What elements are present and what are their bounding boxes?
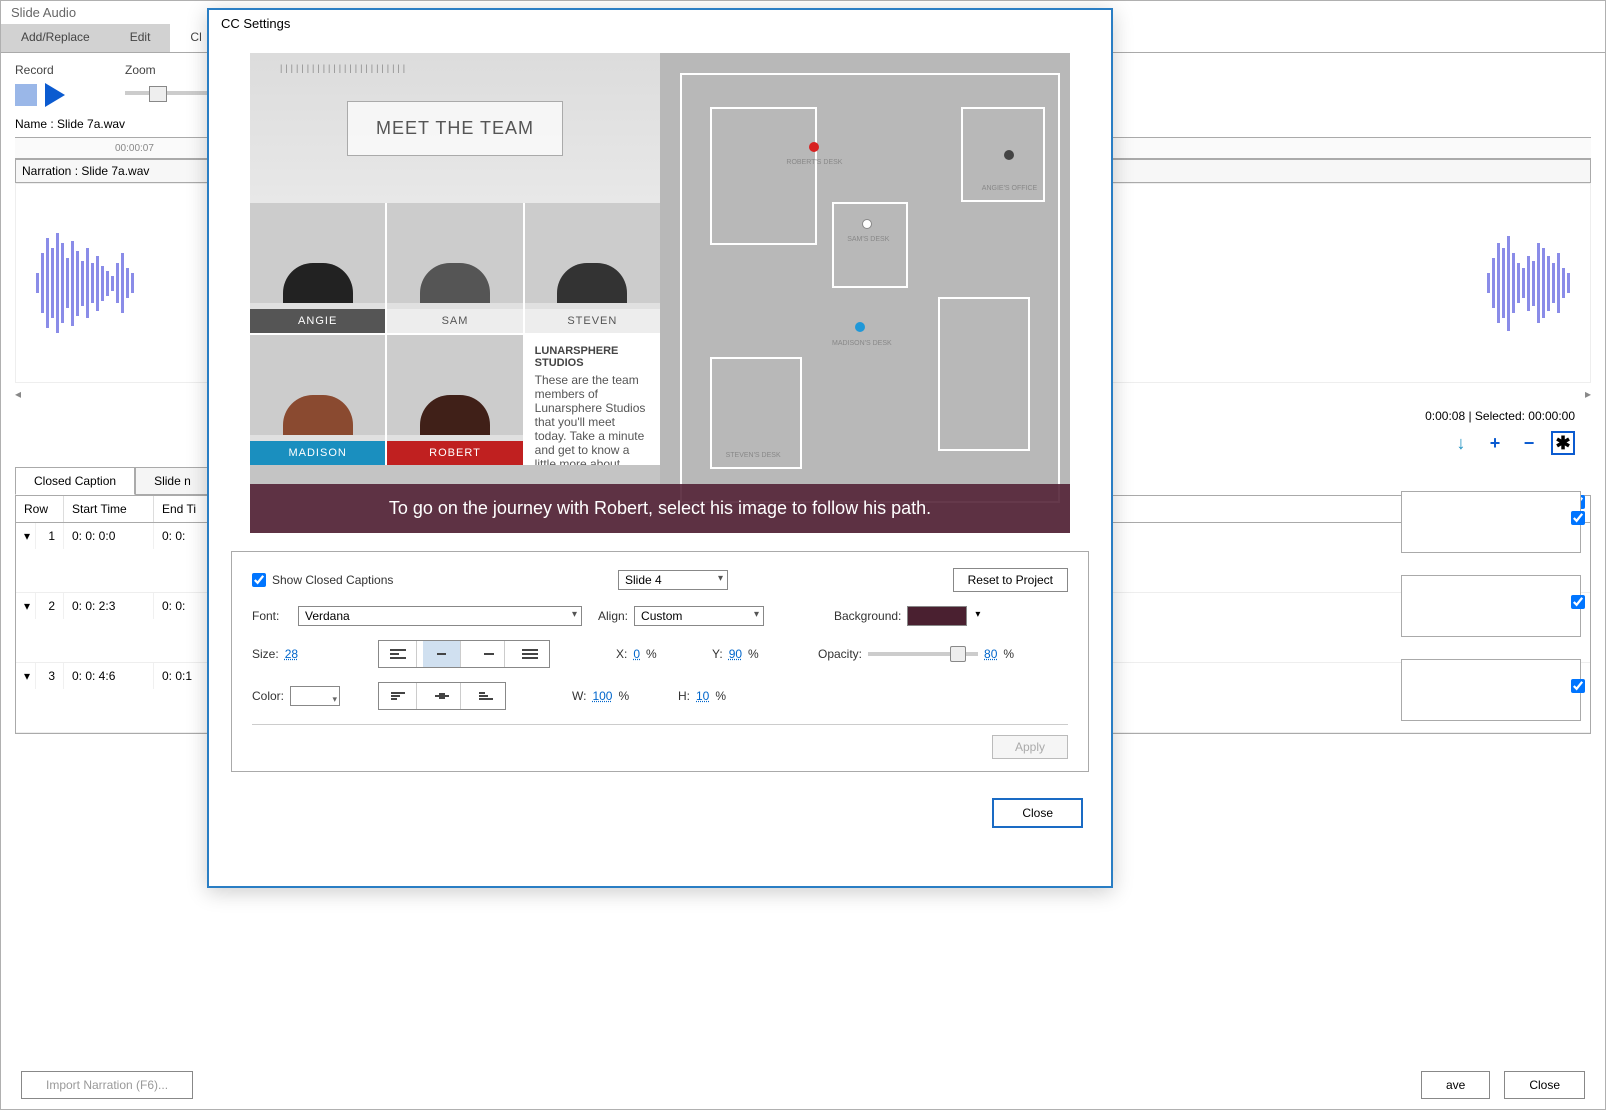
vertical-align-group: [378, 682, 506, 710]
tab-edit[interactable]: Edit: [110, 24, 171, 52]
team-name: ANGIE: [250, 309, 385, 333]
subtab-closed-caption[interactable]: Closed Caption: [15, 467, 135, 495]
caption-text-field[interactable]: [1401, 491, 1581, 553]
caption-overlay: To go on the journey with Robert, select…: [250, 484, 1070, 533]
th-start: Start Time: [64, 496, 154, 522]
valign-top-icon[interactable]: [379, 683, 417, 709]
team-name: ROBERT: [387, 441, 522, 465]
record-button[interactable]: [15, 84, 37, 106]
settings-panel: Show Closed Captions Slide 4 Reset to Pr…: [231, 551, 1089, 772]
tab-add-replace[interactable]: Add/Replace: [1, 24, 110, 52]
align-center-icon[interactable]: [423, 641, 461, 667]
align-dropdown[interactable]: Custom: [634, 606, 764, 626]
caption-text-field[interactable]: [1401, 659, 1581, 721]
caption-text-field[interactable]: [1401, 575, 1581, 637]
show-cc-checkbox[interactable]: [252, 573, 266, 587]
team-name: SAM: [387, 309, 522, 333]
cc-settings-dialog: CC Settings |||||||||||||||||||||||| MEE…: [207, 8, 1113, 888]
hero-title: MEET THE TEAM: [347, 101, 563, 156]
expand-icon[interactable]: ▾: [16, 593, 36, 619]
close-button[interactable]: Close: [1504, 1071, 1585, 1099]
save-button[interactable]: ave: [1421, 1071, 1490, 1099]
text-align-group: [378, 640, 550, 668]
show-cc-label: Show Closed Captions: [272, 573, 393, 587]
scroll-left-icon[interactable]: ◂: [15, 387, 21, 401]
valign-bottom-icon[interactable]: [467, 683, 505, 709]
align-left-icon[interactable]: [379, 641, 417, 667]
expand-icon[interactable]: ▾: [16, 663, 36, 689]
dialog-close-button[interactable]: Close: [992, 798, 1083, 828]
slide-dropdown[interactable]: Slide 4: [618, 570, 728, 590]
y-value[interactable]: 90: [729, 647, 742, 661]
floorplan: ROBERT'S DESK ANGIE'S OFFICE SAM'S DESK …: [660, 53, 1070, 533]
subtab-slide-notes[interactable]: Slide n: [135, 467, 210, 495]
expand-icon[interactable]: ▾: [16, 523, 36, 549]
background-color-picker[interactable]: [907, 606, 967, 626]
team-name: STEVEN: [525, 309, 660, 333]
font-dropdown[interactable]: Verdana: [298, 606, 582, 626]
dialog-title: CC Settings: [209, 10, 1111, 37]
team-name: MADISON: [250, 441, 385, 465]
reset-button[interactable]: Reset to Project: [953, 568, 1068, 592]
gear-icon[interactable]: ✱: [1551, 431, 1575, 455]
import-narration-button[interactable]: Import Narration (F6)...: [21, 1071, 193, 1099]
arrow-down-icon[interactable]: ↓: [1449, 431, 1473, 455]
minus-icon[interactable]: −: [1517, 431, 1541, 455]
w-value[interactable]: 100: [592, 689, 612, 703]
plus-icon[interactable]: +: [1483, 431, 1507, 455]
row-checkbox[interactable]: [1571, 595, 1585, 609]
decorative-dots: ||||||||||||||||||||||||: [280, 63, 408, 73]
opacity-value[interactable]: 80: [984, 647, 997, 661]
size-value[interactable]: 28: [285, 647, 298, 661]
th-row: Row: [16, 496, 64, 522]
slide-preview: |||||||||||||||||||||||| MEET THE TEAM A…: [250, 53, 1070, 533]
row-checkbox[interactable]: [1571, 679, 1585, 693]
play-button[interactable]: [45, 83, 65, 107]
apply-button[interactable]: Apply: [992, 735, 1068, 759]
opacity-slider[interactable]: [868, 652, 978, 656]
text-color-picker[interactable]: [290, 686, 340, 706]
align-justify-icon[interactable]: [511, 641, 549, 667]
x-value[interactable]: 0: [633, 647, 640, 661]
h-value[interactable]: 10: [696, 689, 709, 703]
align-right-icon[interactable]: [467, 641, 505, 667]
valign-middle-icon[interactable]: [423, 683, 461, 709]
row-checkbox[interactable]: [1571, 511, 1585, 525]
scroll-right-icon[interactable]: ▸: [1585, 387, 1591, 401]
record-label: Record: [15, 63, 65, 77]
team-description: LUNARSPHERE STUDIOS These are the team m…: [525, 335, 660, 465]
